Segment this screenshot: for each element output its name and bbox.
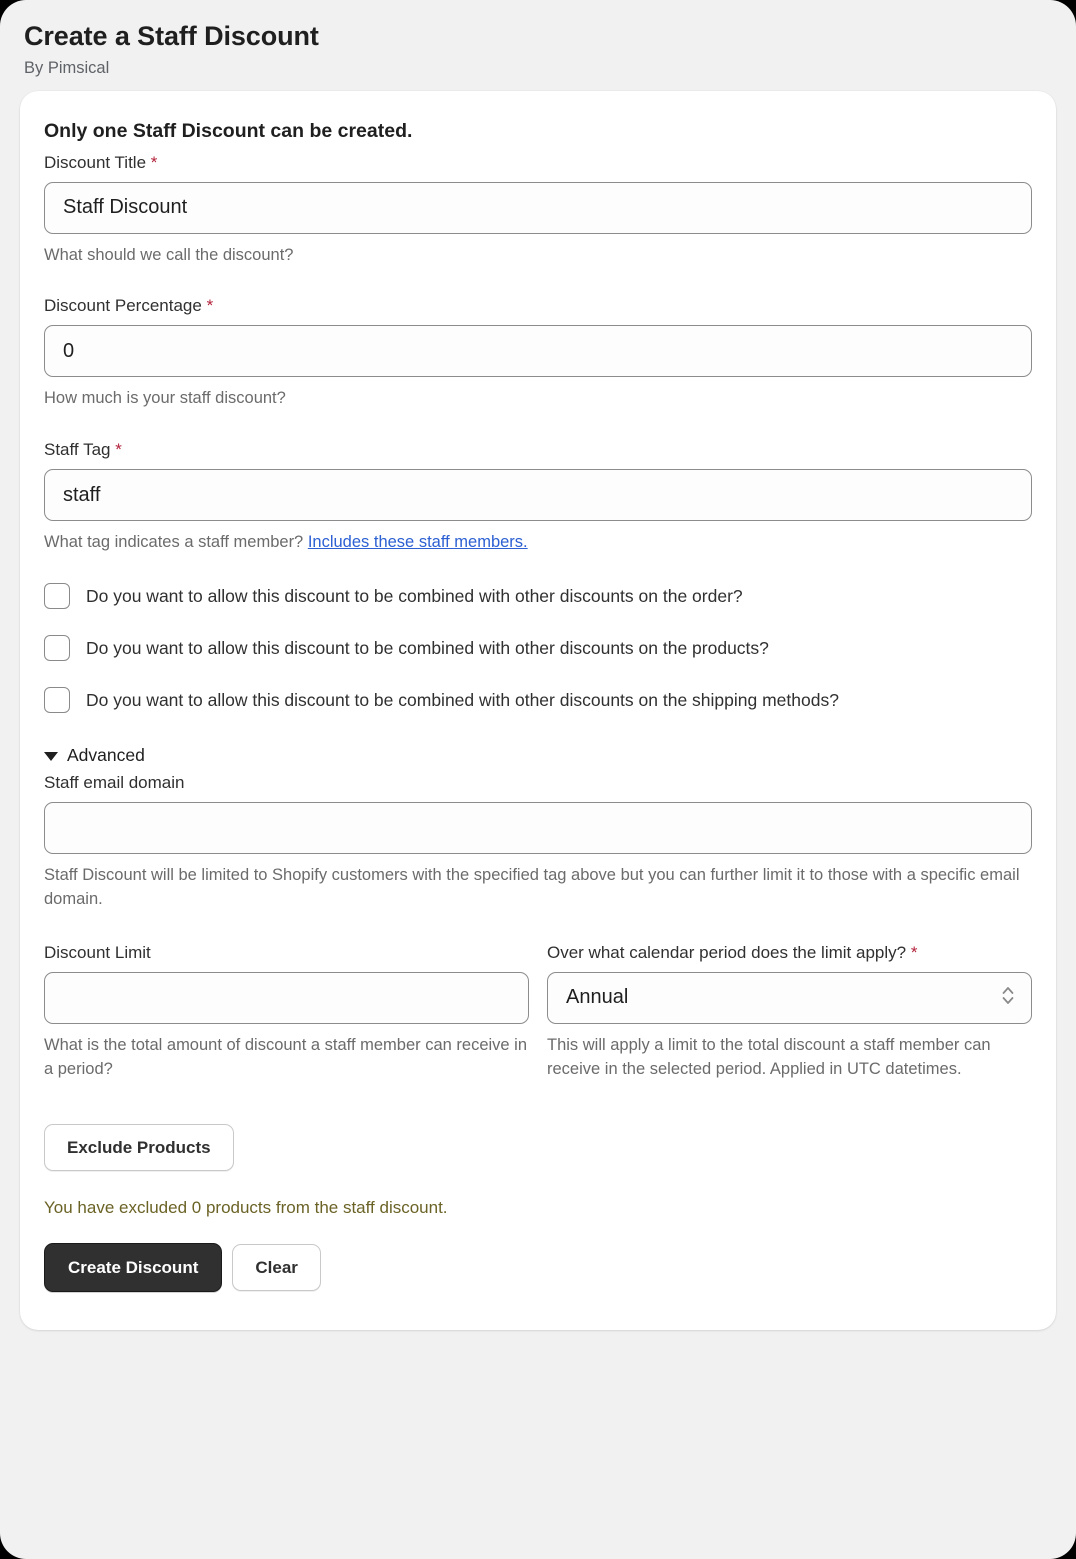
excluded-products-note: You have excluded 0 products from the st…	[44, 1197, 448, 1217]
calendar-period-select-wrap	[547, 971, 1032, 1024]
discount-limit-help: What is the total amount of discount a s…	[44, 1035, 528, 1078]
calendar-period-label-text: Over what calendar period does the limit…	[547, 942, 907, 962]
discount-percentage-input[interactable]	[44, 325, 1032, 378]
staff-tag-label: Staff Tag *	[44, 439, 1032, 462]
checkbox-order-icon[interactable]	[44, 583, 70, 610]
discount-title-label: Discount Title *	[44, 152, 1032, 175]
page-title: Create a Staff Discount	[24, 21, 319, 51]
limit-row: Discount Limit What is the total amount …	[44, 942, 1032, 1082]
discount-title-help: What should we call the discount?	[44, 245, 294, 264]
field-discount-limit: Discount Limit What is the total amount …	[44, 942, 529, 1082]
checkbox-shipping-label: Do you want to allow this discount to be…	[86, 689, 839, 710]
advanced-disclosure-toggle[interactable]: Advanced	[44, 745, 145, 766]
card-heading: Only one Staff Discount can be created.	[44, 120, 413, 143]
combination-checkbox-list: Do you want to allow this discount to be…	[44, 583, 1032, 714]
discount-percentage-label-text: Discount Percentage	[44, 296, 202, 316]
checkbox-order-label: Do you want to allow this discount to be…	[86, 585, 743, 606]
checkbox-products-icon[interactable]	[44, 635, 70, 662]
calendar-period-help: This will apply a limit to the total dis…	[547, 1035, 991, 1078]
exclude-products-wrap: Exclude Products You have excluded 0 pro…	[44, 1123, 1032, 1219]
required-marker: *	[150, 152, 158, 172]
staff-tag-help: What tag indicates a staff member? Inclu…	[44, 531, 1032, 555]
field-staff-email-domain: Staff email domain Staff Discount will b…	[44, 772, 1032, 912]
discount-limit-label: Discount Limit	[44, 942, 151, 962]
discount-percentage-help: How much is your staff discount?	[44, 389, 286, 408]
discount-title-input[interactable]	[44, 181, 1032, 234]
required-marker: *	[115, 440, 122, 460]
app-page: Create a Staff Discount By Pimsical Only…	[0, 0, 1076, 1559]
discount-limit-input[interactable]	[44, 971, 529, 1024]
triangle-down-icon	[44, 752, 58, 762]
field-staff-tag: Staff Tag * What tag indicates a staff m…	[44, 439, 1032, 555]
app-author: By Pimsical	[24, 59, 110, 78]
checkbox-shipping-icon[interactable]	[44, 687, 70, 714]
staff-tag-input[interactable]	[44, 469, 1032, 522]
checkbox-row-order[interactable]: Do you want to allow this discount to be…	[44, 583, 1032, 610]
required-marker: *	[910, 942, 918, 962]
advanced-section: Advanced Staff email domain Staff Discou…	[44, 745, 1032, 912]
staff-email-domain-label: Staff email domain	[44, 773, 185, 793]
exclude-products-button[interactable]: Exclude Products	[44, 1123, 234, 1171]
discount-percentage-label: Discount Percentage *	[44, 295, 1032, 318]
field-calendar-period: Over what calendar period does the limit…	[547, 942, 1032, 1082]
form-actions: Create Discount Clear	[44, 1242, 1032, 1292]
checkbox-row-products[interactable]: Do you want to allow this discount to be…	[44, 635, 1032, 662]
field-discount-percentage: Discount Percentage * How much is your s…	[44, 295, 1032, 411]
staff-tag-help-text: What tag indicates a staff member?	[44, 533, 308, 552]
staff-tag-label-text: Staff Tag	[44, 440, 111, 460]
checkbox-row-shipping[interactable]: Do you want to allow this discount to be…	[44, 687, 1032, 714]
advanced-label: Advanced	[67, 745, 145, 766]
required-marker: *	[206, 296, 214, 316]
field-discount-title: Discount Title * What should we call the…	[44, 152, 1032, 268]
checkbox-products-label: Do you want to allow this discount to be…	[86, 637, 769, 658]
staff-email-domain-help: Staff Discount will be limited to Shopif…	[44, 866, 1020, 908]
staff-email-domain-input[interactable]	[44, 802, 1032, 855]
calendar-period-select[interactable]	[547, 971, 1032, 1024]
includes-staff-members-link[interactable]: Includes these staff members.	[308, 533, 528, 551]
create-discount-button[interactable]: Create Discount	[44, 1242, 223, 1292]
clear-button[interactable]: Clear	[232, 1243, 321, 1291]
staff-discount-form-card: Only one Staff Discount can be created. …	[20, 91, 1056, 1330]
calendar-period-label: Over what calendar period does the limit…	[547, 942, 1032, 965]
app-header: Create a Staff Discount By Pimsical	[20, 18, 1056, 91]
discount-title-label-text: Discount Title	[44, 152, 147, 172]
